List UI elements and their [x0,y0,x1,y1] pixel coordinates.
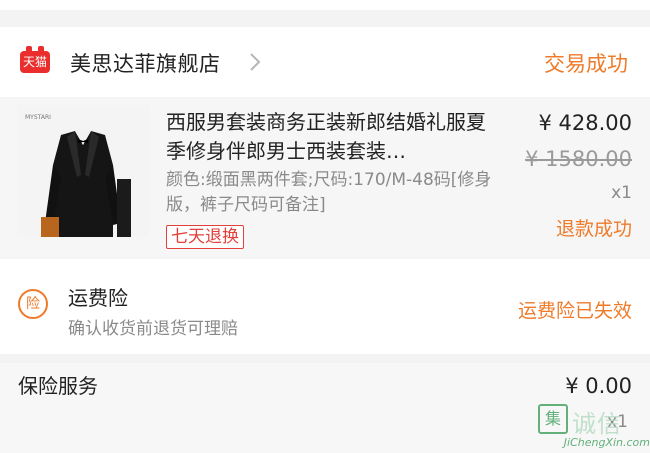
previous-card-edge [0,0,650,10]
product-quantity: x1 [611,183,632,203]
site-watermark: 集 诚信 JiChengXin.com [532,404,650,453]
top-strip [0,0,650,27]
shop-name[interactable]: 美思达菲旗舰店 [70,48,221,78]
thumb-brand: MYSTARI [25,114,51,121]
shop-header[interactable]: 天猫 美思达菲旗舰店 交易成功 [0,27,650,97]
product-thumbnail[interactable]: MYSTARI [17,105,149,237]
product-spec: 颜色:缎面黑两件套;尺码:170/M-48码[修身版，裤子尺码可备注] [166,170,492,215]
watermark-logo-icon: 集 [538,404,568,434]
shipping-insurance-title: 运费险 [68,286,128,310]
product-original-price: ¥ 1580.00 [525,147,632,171]
chevron-right-icon[interactable] [245,51,265,73]
product-price: ¥ 428.00 [538,111,632,135]
watermark-text: 诚信 [572,410,622,438]
section-divider [0,354,650,363]
insurance-service-price: ¥ 0.00 [565,374,632,398]
trade-status: 交易成功 [544,52,628,76]
shipping-insurance-description: 确认收货前退货可理赔 [68,319,238,339]
shipping-insurance-status[interactable]: 运费险已失效 [518,296,632,323]
seven-day-return-badge: 七天退换 [166,225,244,249]
tmall-badge-label: 天猫 [22,55,47,69]
watermark-site: JiChengXin.com [563,436,650,449]
order-detail-page: 天猫 美思达菲旗舰店 交易成功 MYSTARI 西服男套装商务正装新郎结婚礼服夏… [0,0,650,453]
shipping-insurance-row[interactable]: 险 运费险 确认收货前退货可理赔 运费险已失效 [0,259,650,354]
product-item[interactable]: MYSTARI 西服男套装商务正装新郎结婚礼服夏季修身伴郎男士西装套装… 颜色:… [0,98,650,258]
product-title[interactable]: 西服男套装商务正装新郎结婚礼服夏季修身伴郎男士西装套装… [166,108,501,166]
insurance-icon: 险 [18,289,48,319]
refund-status-link[interactable]: 退款成功 [556,214,632,241]
tmall-badge-icon: 天猫 [20,46,50,73]
insurance-service-title: 保险服务 [18,374,98,398]
